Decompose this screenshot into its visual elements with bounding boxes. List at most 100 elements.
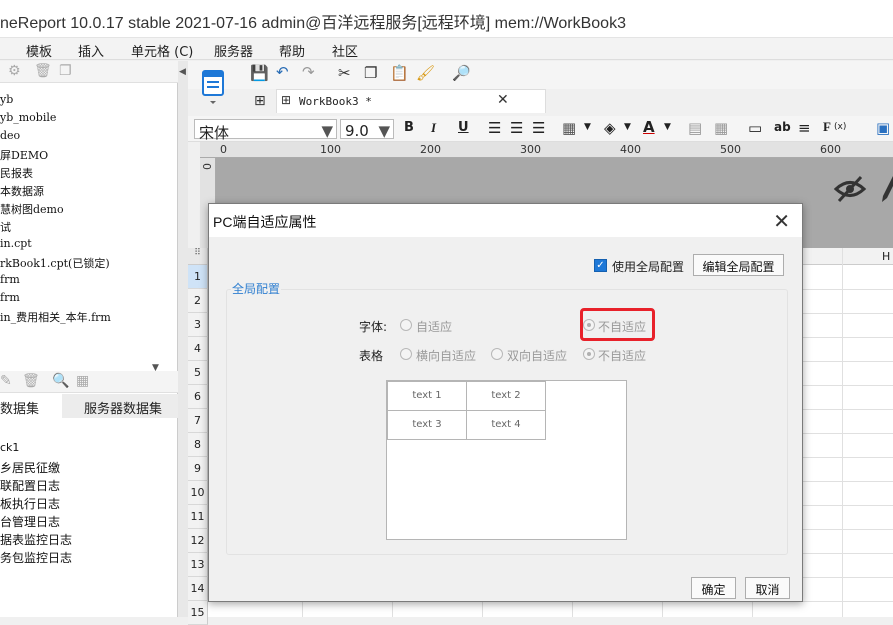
menu-insert[interactable]: 插入 [78, 41, 104, 60]
tree-item[interactable]: 慧树图demo [0, 201, 64, 217]
row-header[interactable]: 13 [188, 553, 208, 577]
dataset-item[interactable]: 务包监控日志 [0, 549, 72, 566]
chevron-down-icon[interactable]: ▼ [624, 122, 631, 132]
row-header[interactable]: 10 [188, 481, 208, 505]
menu-help[interactable]: 帮助 [279, 41, 305, 60]
table-non-adaptive-label[interactable]: 不自适应 [598, 347, 646, 364]
close-icon[interactable]: ✕ [773, 209, 790, 233]
font-color-icon[interactable]: A [643, 118, 655, 136]
font-adaptive-radio[interactable] [400, 319, 412, 331]
format-painter-icon[interactable]: 🖌 [416, 64, 435, 82]
align-right-icon[interactable]: ☰ [532, 119, 545, 137]
table-bidirectional-label[interactable]: 双向自适应 [507, 347, 567, 364]
dataset-icon[interactable]: ▦ [76, 373, 89, 389]
delete-icon[interactable]: 🗑 [34, 63, 52, 79]
tree-item[interactable]: 本数据源 [0, 183, 44, 199]
tree-item[interactable]: 屏DEMO [0, 147, 48, 163]
copy-icon[interactable]: ❐ [364, 64, 377, 82]
row-header[interactable]: 1 [188, 265, 208, 289]
row-header[interactable]: 9 [188, 457, 208, 481]
dataset-item[interactable]: 台管理日志 [0, 513, 60, 530]
tree-item[interactable]: deo [0, 129, 20, 142]
align-center-icon[interactable]: ☰ [510, 119, 523, 137]
preview-icon[interactable]: 🔎 [452, 64, 471, 82]
cancel-button[interactable]: 取消 [745, 577, 790, 599]
menu-template[interactable]: 模板 [26, 41, 52, 60]
ok-button[interactable]: 确定 [691, 577, 736, 599]
hide-eye-icon[interactable] [833, 174, 867, 204]
edit-icon[interactable]: ✎ [0, 373, 12, 389]
menu-cell[interactable]: 单元格 (C) [131, 41, 193, 60]
tree-item[interactable]: yb [0, 93, 13, 106]
row-header[interactable]: 8 [188, 433, 208, 457]
save-icon[interactable]: 💾 [250, 64, 269, 82]
dataset-item[interactable]: 乡居民征缴 [0, 459, 60, 476]
row-header[interactable]: 14 [188, 577, 208, 601]
text-icon[interactable]: ▭ [748, 119, 762, 137]
tree-item[interactable]: in.cpt [0, 237, 32, 250]
dataset-item[interactable]: 联配置日志 [0, 477, 60, 494]
row-header[interactable]: 7 [188, 409, 208, 433]
tree-item[interactable]: frm [0, 273, 20, 286]
fill-color-icon[interactable]: ◈ [604, 119, 616, 137]
select-all-corner[interactable]: ⠿ [188, 248, 208, 265]
column-header-h[interactable]: H [882, 250, 890, 263]
chevron-down-icon[interactable]: ▼ [584, 122, 591, 132]
edit-global-button[interactable]: 编辑全局配置 [693, 254, 784, 276]
template-icon[interactable] [196, 68, 230, 110]
table-horizontal-radio[interactable] [400, 348, 412, 360]
tree-item[interactable]: 试 [0, 219, 11, 235]
table-non-adaptive-radio[interactable] [583, 348, 595, 360]
tree-item[interactable]: rkBook1.cpt(已锁定) [0, 255, 110, 271]
tab-server-dataset[interactable]: 服务器数据集 [62, 394, 178, 418]
row-header[interactable]: 2 [188, 289, 208, 313]
paste-icon[interactable]: 📋 [390, 64, 409, 82]
redo-icon[interactable]: ↷ [302, 63, 315, 81]
table-bidirectional-radio[interactable] [491, 348, 503, 360]
edit-icon[interactable] [881, 174, 893, 204]
paragraph-icon[interactable]: ≡ [798, 119, 811, 137]
align-left-icon[interactable]: ☰ [488, 119, 501, 137]
italic-icon[interactable]: I [431, 120, 436, 136]
formula-icon[interactable]: F [823, 119, 831, 135]
bold-icon[interactable]: B [404, 120, 414, 135]
row-header[interactable]: 12 [188, 529, 208, 553]
tree-item[interactable]: in_费用相关_本年.frm [0, 309, 111, 325]
undo-icon[interactable]: ↶ [276, 63, 289, 81]
row-header[interactable]: 15 [188, 601, 208, 625]
row-header[interactable]: 6 [188, 385, 208, 409]
dataset-item[interactable]: 据表监控日志 [0, 531, 72, 548]
row-header[interactable]: 3 [188, 313, 208, 337]
underline-icon[interactable]: U [458, 120, 469, 135]
tree-item[interactable]: frm [0, 291, 20, 304]
close-tab-icon[interactable]: ✕ [497, 92, 509, 108]
delete-icon[interactable]: 🗑 [22, 373, 40, 389]
copy-icon[interactable]: ❐ [59, 63, 72, 79]
image-icon[interactable]: ▣ [876, 119, 890, 137]
table-horizontal-label[interactable]: 横向自适应 [416, 347, 476, 364]
tree-item[interactable]: 民报表 [0, 165, 33, 181]
font-adaptive-label[interactable]: 自适应 [416, 318, 452, 335]
merge-cells-icon[interactable]: ▤ [688, 119, 702, 137]
preview-icon[interactable]: 🔍 [52, 373, 69, 389]
font-size-select[interactable]: 9.0 ▼ [340, 119, 394, 140]
tab-dataset[interactable]: 数据集 [0, 394, 62, 418]
border-icon[interactable]: ▦ [562, 119, 576, 137]
sheet-grid-icon[interactable]: ⊞ [254, 93, 266, 109]
row-header[interactable]: 5 [188, 361, 208, 385]
menu-server[interactable]: 服务器 [214, 41, 253, 60]
font-family-select[interactable]: 宋体 ▼ [194, 119, 337, 142]
panel-splitter[interactable]: ◀ [178, 61, 188, 617]
chevron-down-icon[interactable]: ▼ [664, 122, 671, 132]
dataset-item[interactable]: ck1 [0, 441, 19, 454]
row-header[interactable]: 4 [188, 337, 208, 361]
tree-item[interactable]: yb_mobile [0, 111, 56, 124]
doc-tab[interactable]: ⊞ WorkBook3 * ✕ [276, 89, 546, 113]
use-global-label[interactable]: 使用全局配置 [612, 258, 684, 275]
use-global-checkbox[interactable]: ✓ [594, 259, 607, 272]
row-header[interactable]: 11 [188, 505, 208, 529]
cut-icon[interactable]: ✂ [338, 64, 351, 82]
split-cells-icon[interactable]: ▦ [714, 119, 728, 137]
text-ab-icon[interactable]: ab [774, 120, 791, 134]
dataset-item[interactable]: 板执行日志 [0, 495, 60, 512]
